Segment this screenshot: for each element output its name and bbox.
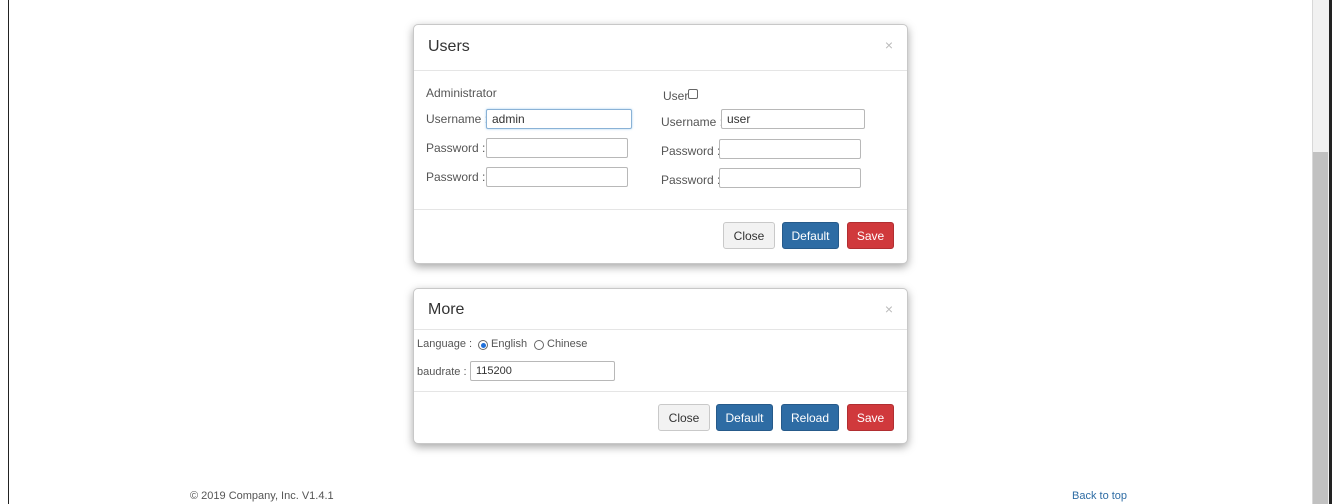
language-chinese-label[interactable]: Chinese (547, 338, 587, 350)
user-heading: User (663, 89, 689, 103)
language-english-radio[interactable] (478, 340, 488, 350)
language-chinese-radio[interactable] (534, 340, 544, 350)
admin-username-input[interactable] (486, 109, 632, 129)
window-frame-left (8, 0, 9, 504)
more-panel-header: More × (414, 289, 907, 330)
scrollbar-thumb[interactable] (1313, 152, 1328, 504)
user-password-confirm-input[interactable] (719, 168, 861, 188)
user-password-label: Password : (661, 144, 721, 158)
administrator-heading: Administrator (426, 86, 497, 100)
admin-password-input[interactable] (486, 138, 628, 158)
more-panel: More × Language : English Chinese baudra… (413, 288, 908, 444)
users-panel-title: Users (428, 38, 470, 55)
more-reload-button[interactable]: Reload (781, 404, 839, 431)
users-panel: Users × Administrator Username : Passwor… (413, 24, 908, 264)
user-password-input[interactable] (719, 139, 861, 159)
admin-password-label: Password : (426, 141, 486, 155)
user-password-confirm-label: Password : (661, 173, 721, 187)
more-close-icon[interactable]: × (885, 301, 893, 317)
more-save-button[interactable]: Save (847, 404, 894, 431)
more-panel-title: More (428, 301, 465, 318)
users-panel-header: Users × (414, 25, 907, 71)
back-to-top-link[interactable]: Back to top (1072, 490, 1127, 502)
more-close-button[interactable]: Close (658, 404, 710, 431)
baudrate-input[interactable] (470, 361, 615, 381)
users-save-button[interactable]: Save (847, 222, 894, 249)
user-username-label: Username : (661, 115, 724, 129)
admin-password-confirm-label: Password : (426, 170, 486, 184)
user-enable-checkbox[interactable] (688, 89, 698, 99)
admin-password-confirm-input[interactable] (486, 167, 628, 187)
copyright-text: © 2019 Company, Inc. V1.4.1 (190, 490, 334, 502)
more-default-button[interactable]: Default (716, 404, 773, 431)
users-footer-divider (414, 209, 907, 210)
users-close-icon[interactable]: × (885, 37, 893, 53)
more-footer-divider (414, 391, 907, 392)
baudrate-label: baudrate : (417, 366, 467, 378)
language-label: Language : (417, 338, 473, 350)
users-default-button[interactable]: Default (782, 222, 839, 249)
language-english-label[interactable]: English (491, 338, 527, 350)
users-close-button[interactable]: Close (723, 222, 775, 249)
user-username-input[interactable] (721, 109, 865, 129)
admin-username-label: Username : (426, 112, 489, 126)
